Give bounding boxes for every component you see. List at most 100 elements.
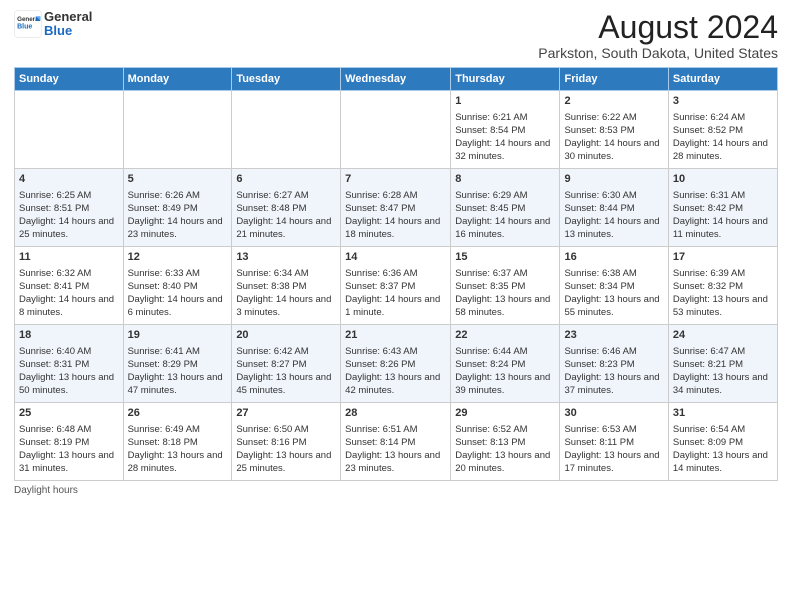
- calendar-body: 1 Sunrise: 6:21 AMSunset: 8:54 PMDaylight…: [15, 91, 778, 481]
- logo-general-text: General: [44, 9, 92, 24]
- calendar-cell: 21Sunrise: 6:43 AMSunset: 8:26 PMDayligh…: [341, 325, 451, 403]
- calendar-cell: 19 Sunrise: 6:41 AMSunset: 8:29 PMDayligh…: [123, 325, 232, 403]
- header-friday: Friday: [560, 68, 668, 91]
- day-info: Sunrise: 6:41 AMSunset: 8:29 PMDaylight:…: [128, 345, 228, 398]
- calendar-cell: 28Sunrise: 6:51 AMSunset: 8:14 PMDayligh…: [341, 403, 451, 481]
- day-number: 17: [673, 250, 773, 265]
- calendar-cell: 15 Sunrise: 6:37 AMSunset: 8:35 PMDayligh…: [451, 247, 560, 325]
- calendar-cell: 24Sunrise: 6:47 AMSunset: 8:21 PMDayligh…: [668, 325, 777, 403]
- title-block: August 2024 Parkston, South Dakota, Unit…: [538, 10, 778, 61]
- day-number: 20: [236, 328, 336, 343]
- logo-blue-text: Blue: [44, 23, 72, 38]
- calendar-cell: 31Sunrise: 6:54 AMSunset: 8:09 PMDayligh…: [668, 403, 777, 481]
- day-number: 6: [236, 172, 336, 187]
- day-info: Sunrise: 6:43 AMSunset: 8:26 PMDaylight:…: [345, 345, 446, 398]
- calendar-week-3: 11 Sunrise: 6:32 AMSunset: 8:41 PMDayligh…: [15, 247, 778, 325]
- calendar-cell: [341, 91, 451, 169]
- day-number: 12: [128, 250, 228, 265]
- day-number: 16: [564, 250, 663, 265]
- day-info: Sunrise: 6:32 AMSunset: 8:41 PMDaylight:…: [19, 267, 119, 320]
- header-saturday: Saturday: [668, 68, 777, 91]
- day-info: Sunrise: 6:30 AMSunset: 8:44 PMDaylight:…: [564, 189, 663, 242]
- calendar-cell: 29 Sunrise: 6:52 AMSunset: 8:13 PMDayligh…: [451, 403, 560, 481]
- day-number: 1: [455, 94, 555, 109]
- calendar-cell: 17 Sunrise: 6:39 AMSunset: 8:32 PMDayligh…: [668, 247, 777, 325]
- subtitle: Parkston, South Dakota, United States: [538, 45, 778, 61]
- day-number: 11: [19, 250, 119, 265]
- day-info: Sunrise: 6:53 AMSunset: 8:11 PMDaylight:…: [564, 423, 663, 476]
- day-info: Sunrise: 6:34 AMSunset: 8:38 PMDaylight:…: [236, 267, 336, 320]
- calendar-cell: 3 Sunrise: 6:24 AMSunset: 8:52 PMDaylight…: [668, 91, 777, 169]
- calendar-header-row: Sunday Monday Tuesday Wednesday Thursday…: [15, 68, 778, 91]
- day-number: 29: [455, 406, 555, 421]
- day-number: 25: [19, 406, 119, 421]
- calendar-cell: 18 Sunrise: 6:40 AMSunset: 8:31 PMDayligh…: [15, 325, 124, 403]
- main-title: August 2024: [538, 10, 778, 45]
- day-info: Sunrise: 6:21 AMSunset: 8:54 PMDaylight:…: [455, 111, 555, 164]
- day-info: Sunrise: 6:44 AMSunset: 8:24 PMDaylight:…: [455, 345, 555, 398]
- day-info: Sunrise: 6:49 AMSunset: 8:18 PMDaylight:…: [128, 423, 228, 476]
- day-info: Sunrise: 6:27 AMSunset: 8:48 PMDaylight:…: [236, 189, 336, 242]
- day-info: Sunrise: 6:24 AMSunset: 8:52 PMDaylight:…: [673, 111, 773, 164]
- day-number: 23: [564, 328, 663, 343]
- day-number: 18: [19, 328, 119, 343]
- day-number: 2: [564, 94, 663, 109]
- calendar-cell: 27Sunrise: 6:50 AMSunset: 8:16 PMDayligh…: [232, 403, 341, 481]
- calendar-cell: 12Sunrise: 6:33 AMSunset: 8:40 PMDayligh…: [123, 247, 232, 325]
- day-number: 3: [673, 94, 773, 109]
- day-number: 15: [455, 250, 555, 265]
- day-info: Sunrise: 6:38 AMSunset: 8:34 PMDaylight:…: [564, 267, 663, 320]
- calendar-cell: 16 Sunrise: 6:38 AMSunset: 8:34 PMDayligh…: [560, 247, 668, 325]
- calendar-cell: 23 Sunrise: 6:46 AMSunset: 8:23 PMDayligh…: [560, 325, 668, 403]
- calendar-cell: [15, 91, 124, 169]
- day-info: Sunrise: 6:37 AMSunset: 8:35 PMDaylight:…: [455, 267, 555, 320]
- calendar-cell: 26 Sunrise: 6:49 AMSunset: 8:18 PMDayligh…: [123, 403, 232, 481]
- calendar-cell: 2Sunrise: 6:22 AMSunset: 8:53 PMDaylight…: [560, 91, 668, 169]
- generalblue-logo-icon: General Blue: [14, 10, 42, 38]
- footer-note: Daylight hours: [14, 485, 778, 496]
- calendar-cell: 8 Sunrise: 6:29 AMSunset: 8:45 PMDaylight…: [451, 169, 560, 247]
- day-info: Sunrise: 6:47 AMSunset: 8:21 PMDaylight:…: [673, 345, 773, 398]
- day-number: 14: [345, 250, 446, 265]
- day-info: Sunrise: 6:51 AMSunset: 8:14 PMDaylight:…: [345, 423, 446, 476]
- day-info: Sunrise: 6:42 AMSunset: 8:27 PMDaylight:…: [236, 345, 336, 398]
- header: General Blue General Blue August 2024 Pa…: [14, 10, 778, 61]
- day-number: 13: [236, 250, 336, 265]
- calendar-cell: 5Sunrise: 6:26 AMSunset: 8:49 PMDaylight…: [123, 169, 232, 247]
- day-info: Sunrise: 6:50 AMSunset: 8:16 PMDaylight:…: [236, 423, 336, 476]
- calendar-cell: 25Sunrise: 6:48 AMSunset: 8:19 PMDayligh…: [15, 403, 124, 481]
- header-wednesday: Wednesday: [341, 68, 451, 91]
- header-thursday: Thursday: [451, 68, 560, 91]
- header-sunday: Sunday: [15, 68, 124, 91]
- day-info: Sunrise: 6:39 AMSunset: 8:32 PMDaylight:…: [673, 267, 773, 320]
- day-info: Sunrise: 6:26 AMSunset: 8:49 PMDaylight:…: [128, 189, 228, 242]
- calendar-header: Sunday Monday Tuesday Wednesday Thursday…: [15, 68, 778, 91]
- calendar-week-5: 25Sunrise: 6:48 AMSunset: 8:19 PMDayligh…: [15, 403, 778, 481]
- day-info: Sunrise: 6:40 AMSunset: 8:31 PMDaylight:…: [19, 345, 119, 398]
- svg-text:Blue: Blue: [17, 24, 32, 31]
- day-info: Sunrise: 6:52 AMSunset: 8:13 PMDaylight:…: [455, 423, 555, 476]
- day-info: Sunrise: 6:54 AMSunset: 8:09 PMDaylight:…: [673, 423, 773, 476]
- day-number: 4: [19, 172, 119, 187]
- day-info: Sunrise: 6:25 AMSunset: 8:51 PMDaylight:…: [19, 189, 119, 242]
- calendar-week-1: 1 Sunrise: 6:21 AMSunset: 8:54 PMDaylight…: [15, 91, 778, 169]
- day-info: Sunrise: 6:29 AMSunset: 8:45 PMDaylight:…: [455, 189, 555, 242]
- calendar-week-2: 4 Sunrise: 6:25 AMSunset: 8:51 PMDaylight…: [15, 169, 778, 247]
- calendar-cell: 20 Sunrise: 6:42 AMSunset: 8:27 PMDayligh…: [232, 325, 341, 403]
- calendar-cell: [123, 91, 232, 169]
- day-info: Sunrise: 6:46 AMSunset: 8:23 PMDaylight:…: [564, 345, 663, 398]
- day-number: 10: [673, 172, 773, 187]
- calendar-week-4: 18 Sunrise: 6:40 AMSunset: 8:31 PMDayligh…: [15, 325, 778, 403]
- logo-text: General Blue: [44, 10, 92, 39]
- logo: General Blue General Blue: [14, 10, 92, 39]
- day-info: Sunrise: 6:36 AMSunset: 8:37 PMDaylight:…: [345, 267, 446, 320]
- calendar-cell: 22Sunrise: 6:44 AMSunset: 8:24 PMDayligh…: [451, 325, 560, 403]
- day-number: 19: [128, 328, 228, 343]
- day-number: 26: [128, 406, 228, 421]
- calendar-cell: 13 Sunrise: 6:34 AMSunset: 8:38 PMDayligh…: [232, 247, 341, 325]
- day-number: 30: [564, 406, 663, 421]
- calendar-cell: 10Sunrise: 6:31 AMSunset: 8:42 PMDayligh…: [668, 169, 777, 247]
- day-number: 7: [345, 172, 446, 187]
- day-number: 8: [455, 172, 555, 187]
- header-tuesday: Tuesday: [232, 68, 341, 91]
